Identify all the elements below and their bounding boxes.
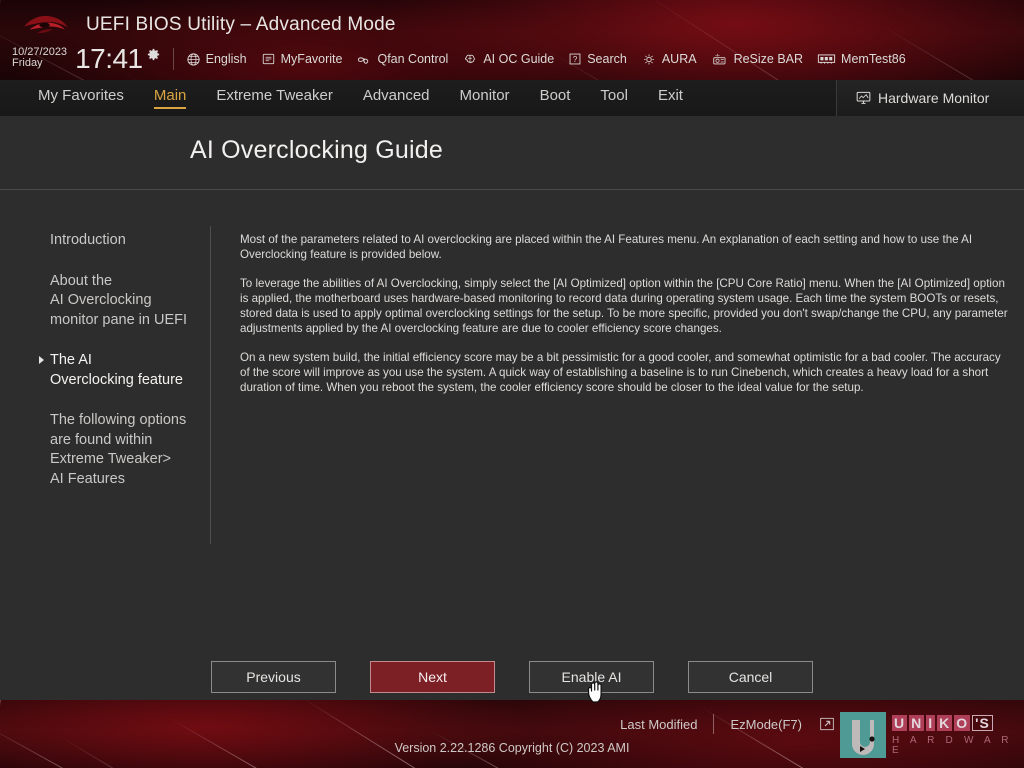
tool-memtest86-label: MemTest86 (841, 52, 906, 66)
wizard-button-row: Previous Next Enable AI Cancel (0, 661, 1024, 693)
datetime-display: 10/27/2023 Friday 17:41 (12, 45, 161, 73)
footer-links: Last Modified EzMode(F7) (620, 714, 836, 734)
gear-icon[interactable] (146, 47, 161, 62)
tool-myfavorite[interactable]: MyFavorite (261, 52, 343, 66)
previous-button[interactable]: Previous (211, 661, 336, 693)
nav-tab-monitor[interactable]: Monitor (460, 87, 510, 109)
guide-body-text: Most of the parameters related to AI ove… (240, 232, 1012, 409)
pointing-hand-cursor (586, 678, 608, 704)
sidebar-item-about-monitor-pane[interactable]: About the AI Overclocking monitor pane i… (50, 272, 210, 331)
sidebar-item-label: The AI Overclocking feature (50, 352, 183, 388)
tool-qfan-control[interactable]: Qfan Control (356, 52, 448, 67)
uniko-hardware-watermark: U N I K O 'S H A R D W A R E (840, 707, 1020, 763)
hardware-monitor-label: Hardware Monitor (878, 90, 989, 106)
nav-tab-list: My Favorites Main Extreme Tweaker Advanc… (0, 80, 713, 116)
bios-screen: UEFI BIOS Utility – Advanced Mode 10/27/… (0, 0, 1024, 768)
tool-search-label: Search (587, 52, 627, 66)
wm-char-u: U (892, 715, 907, 731)
header-divider (173, 48, 174, 70)
window-title: UEFI BIOS Utility – Advanced Mode (86, 14, 396, 36)
page-title: AI Overclocking Guide (190, 136, 443, 165)
wm-char-k: K (937, 715, 952, 731)
nav-tab-boot[interactable]: Boot (540, 87, 571, 109)
sidebar-item-introduction[interactable]: Introduction (50, 231, 210, 251)
uniko-name: U N I K O 'S (892, 715, 1020, 731)
tool-resizebar-label: ReSize BAR (734, 52, 803, 66)
wm-char-n: N (909, 715, 924, 731)
tool-language[interactable]: English (186, 52, 247, 67)
nav-tab-tool[interactable]: Tool (600, 87, 628, 109)
nav-tab-my-favorites[interactable]: My Favorites (38, 87, 124, 109)
wm-char-i: I (926, 715, 935, 731)
guide-paragraph-3: On a new system build, the initial effic… (240, 350, 1012, 396)
tool-myfavorite-label: MyFavorite (281, 52, 343, 66)
fan-icon (356, 52, 372, 67)
sidebar-item-label: The following options are found within E… (50, 412, 186, 487)
uniko-wordmark: U N I K O 'S H A R D W A R E (892, 715, 1020, 756)
sidebar-item-label: About the AI Overclocking monitor pane i… (50, 273, 187, 328)
star-list-icon (261, 52, 276, 66)
uniko-subtitle: H A R D W A R E (892, 736, 1020, 756)
tool-ai-oc-guide[interactable]: AI OC Guide (462, 52, 554, 67)
footer-divider (713, 714, 714, 734)
sidebar-item-label: Introduction (50, 232, 126, 248)
uniko-cat-icon (840, 712, 886, 758)
nav-tab-main[interactable]: Main (154, 87, 187, 109)
current-day: Friday (12, 58, 67, 70)
tool-language-label: English (206, 52, 247, 66)
question-box-icon: ? (568, 52, 582, 66)
svg-text:?: ? (573, 55, 578, 64)
guide-paragraph-2: To leverage the abilities of AI Overcloc… (240, 276, 1012, 337)
guide-section-list: Introduction About the AI Overclocking m… (50, 231, 210, 510)
tool-qfan-label: Qfan Control (377, 52, 448, 66)
nav-tab-exit[interactable]: Exit (658, 87, 683, 109)
tool-memtest86[interactable]: MemTest86 (817, 52, 906, 66)
rog-logo-icon (22, 12, 70, 38)
header-toolbar: 10/27/2023 Friday 17:41 English (0, 42, 920, 76)
cancel-button[interactable]: Cancel (688, 661, 813, 693)
active-section-caret-icon (39, 356, 44, 364)
globe-icon (186, 52, 201, 67)
title-divider (0, 189, 1024, 190)
tool-resize-bar[interactable]: ReSize BAR (711, 52, 803, 67)
sidebar-item-options-in-extreme-tweaker[interactable]: The following options are found within E… (50, 411, 210, 489)
monitor-chart-icon (855, 90, 872, 106)
lightbulb-icon (641, 52, 657, 67)
next-button[interactable]: Next (370, 661, 495, 693)
ezmode-button[interactable]: EzMode(F7) (730, 717, 802, 732)
tool-aura-label: AURA (662, 52, 697, 66)
sidebar-divider (210, 226, 211, 544)
arrow-toggle-icon[interactable] (818, 716, 836, 732)
brain-chip-icon (462, 52, 478, 67)
gpu-icon (711, 52, 729, 67)
tool-aura[interactable]: AURA (641, 52, 697, 67)
main-content-panel: AI Overclocking Guide Introduction About… (0, 116, 1024, 700)
last-modified-button[interactable]: Last Modified (620, 717, 697, 732)
nav-tab-extreme-tweaker[interactable]: Extreme Tweaker (216, 87, 332, 109)
main-navigation-bar: My Favorites Main Extreme Tweaker Advanc… (0, 80, 1024, 116)
sidebar-item-ai-overclocking-feature[interactable]: The AI Overclocking feature (50, 351, 210, 390)
tool-aiocguide-label: AI OC Guide (483, 52, 554, 66)
hardware-monitor-button[interactable]: Hardware Monitor (836, 80, 1024, 116)
guide-paragraph-1: Most of the parameters related to AI ove… (240, 232, 1012, 263)
wm-char-o: O (954, 715, 970, 731)
memory-module-icon (817, 52, 836, 66)
wm-char-s: 'S (972, 715, 993, 731)
current-time: 17:41 (75, 45, 143, 73)
tool-search[interactable]: ? Search (568, 52, 627, 66)
nav-tab-advanced[interactable]: Advanced (363, 87, 430, 109)
title-header: UEFI BIOS Utility – Advanced Mode 10/27/… (0, 0, 1024, 80)
